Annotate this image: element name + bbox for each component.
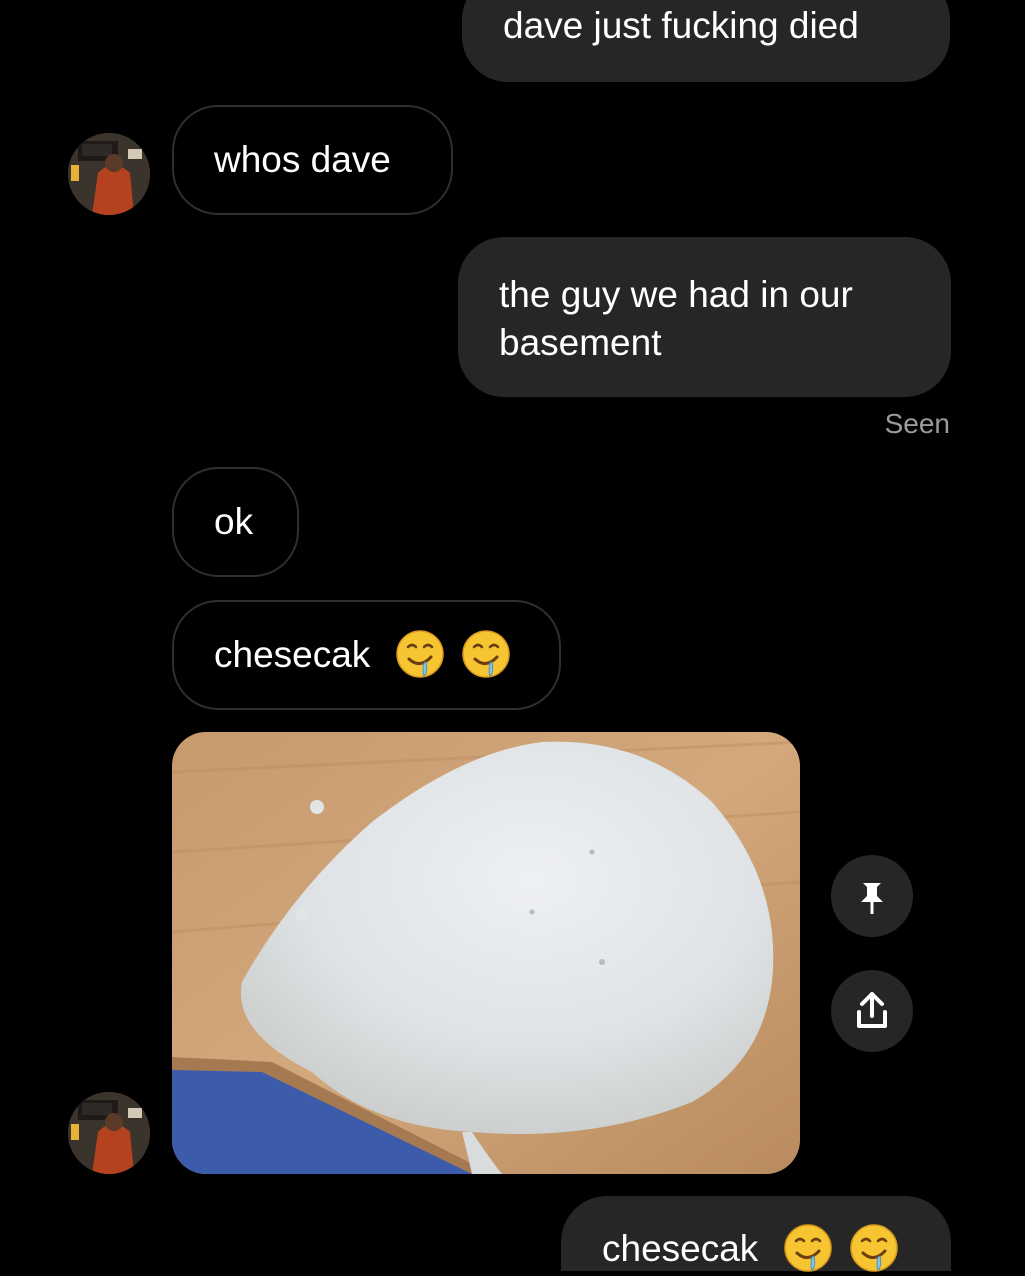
received-message-bubble[interactable]: whos dave	[172, 105, 453, 215]
drooling-face-emoji	[783, 1223, 833, 1273]
message-text: the guy we had in our	[499, 274, 853, 315]
message-text: basement	[499, 322, 662, 363]
drooling-face-emoji	[461, 629, 511, 679]
drooling-face-emoji	[395, 629, 445, 679]
drooling-face-emoji	[849, 1223, 899, 1273]
share-button[interactable]	[831, 970, 913, 1052]
message-text: whos dave	[214, 139, 391, 180]
pin-button[interactable]	[831, 855, 913, 937]
message-text: ok	[214, 501, 254, 542]
sent-message-bubble[interactable]: chesecak	[561, 1196, 951, 1271]
share-icon	[857, 992, 887, 1028]
photo-message-cheesecake[interactable]	[172, 732, 800, 1174]
avatar[interactable]	[68, 133, 150, 215]
message-text: chesecak	[602, 1228, 759, 1269]
received-message-bubble[interactable]: ok	[172, 467, 299, 577]
sent-message-bubble[interactable]: the guy we had in our basement	[458, 237, 951, 397]
received-message-bubble[interactable]: chesecak	[172, 600, 561, 710]
seen-status: Seen	[884, 408, 950, 439]
pin-icon	[861, 883, 883, 914]
message-text: dave just fucking died	[503, 5, 859, 46]
avatar[interactable]	[68, 1092, 150, 1174]
sent-message-bubble[interactable]: dave just fucking died	[462, 0, 950, 82]
message-text: chesecak	[214, 634, 371, 675]
